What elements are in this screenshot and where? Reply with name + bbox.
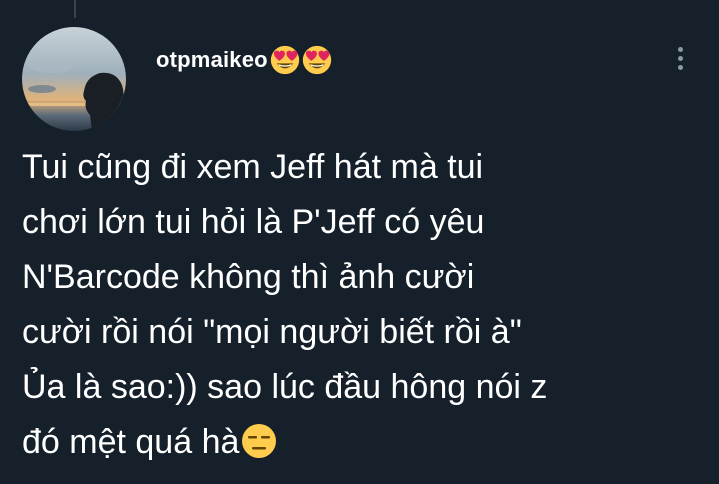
tweet-line: Tui cũng đi xem Jeff hát mà tui (22, 148, 484, 186)
heart-eyes-emoji-icon (270, 45, 299, 75)
username[interactable]: otpmaikeo (156, 47, 268, 73)
tweet-line: chơi lớn tui hỏi là P'Jeff có yêu (22, 203, 485, 241)
tweet-line: N'Barcode không thì ảnh cười (22, 258, 475, 296)
tweet-line: cười rồi nói "mọi người biết rồi à" (22, 313, 522, 351)
heart-eyes-emoji-icon (302, 45, 331, 75)
username-row: otpmaikeo (156, 40, 332, 80)
thread-connector-line (74, 0, 76, 18)
tweet-last-line: đó mệt quá hà (22, 415, 712, 470)
tweet-text: Tui cũng đi xem Jeff hát mà tui chơi lớn… (22, 140, 712, 470)
more-vertical-icon[interactable] (668, 42, 692, 74)
avatar[interactable] (22, 27, 126, 131)
tweet-line: Ủa là sao:)) sao lúc đầu hông nói z (22, 368, 548, 406)
avatar-image (22, 27, 126, 131)
expressionless-face-emoji-icon (242, 424, 277, 458)
tweet-line: đó mệt quá hà (22, 423, 240, 461)
